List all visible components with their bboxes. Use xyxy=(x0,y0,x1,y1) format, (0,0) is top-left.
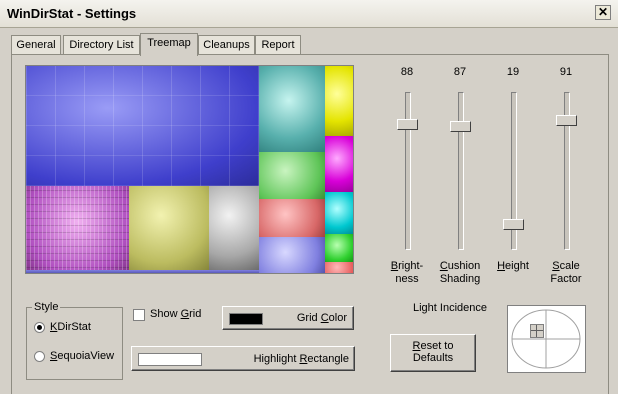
reset-line2: Defaults xyxy=(412,352,454,364)
tab-cleanups[interactable]: Cleanups xyxy=(198,35,255,55)
treemap-tile-small-red xyxy=(325,262,353,273)
sequoiaview-label[interactable]: SequoiaView xyxy=(50,350,114,362)
brightness-slider-track[interactable] xyxy=(405,92,411,250)
treemap-tile-blue-grid xyxy=(26,66,259,186)
kdirstat-radio[interactable] xyxy=(34,322,45,333)
tab-report-label: Report xyxy=(261,39,295,51)
show-grid-checkbox[interactable] xyxy=(133,309,145,321)
treemap-tile-gray xyxy=(209,186,259,270)
treemap-tile-green xyxy=(259,152,325,199)
brightness-label-line2: ness xyxy=(395,273,419,285)
brightness-label: Bright- ness xyxy=(382,260,432,286)
tab-general-label: General xyxy=(16,39,56,51)
title-bar: WinDirStat - Settings ✕ xyxy=(0,0,618,28)
tab-treemap[interactable]: Treemap xyxy=(140,33,198,56)
treemap-tile-yellow xyxy=(325,66,353,136)
reset-to-defaults-button[interactable]: Reset to Defaults xyxy=(390,334,476,372)
treemap-tile-lime xyxy=(325,234,353,262)
style-legend: Style xyxy=(32,301,61,313)
close-icon: ✕ xyxy=(597,5,609,19)
cushion-shading-label-line1: Cushion xyxy=(439,260,481,272)
brightness-slider-thumb[interactable] xyxy=(397,119,418,130)
scale-factor-label-line1: Scale xyxy=(552,260,580,272)
scale-factor-label: Scale Factor xyxy=(541,260,591,286)
grid-color-button[interactable]: Grid Color xyxy=(222,306,354,330)
cushion-shading-slider-track[interactable] xyxy=(458,92,464,250)
light-incidence-ellipse-icon xyxy=(511,309,581,369)
cushion-shading-value: 87 xyxy=(453,66,467,78)
treemap-tile-teal xyxy=(259,66,325,152)
height-label-line1: Height xyxy=(497,260,529,272)
brightness-value: 88 xyxy=(400,66,414,78)
treemap-tile-cyan xyxy=(325,192,353,234)
height-value: 19 xyxy=(506,66,520,78)
height-slider-thumb[interactable] xyxy=(503,219,524,230)
highlight-rectangle-label: Highlight Rectangle xyxy=(253,353,349,365)
reset-line1: Reset to xyxy=(412,340,454,352)
light-incidence-control[interactable] xyxy=(507,305,586,373)
treemap-tile-red xyxy=(259,199,325,237)
scale-factor-label-line2: Factor xyxy=(550,273,582,285)
grid-color-label: Grid Color xyxy=(296,312,347,324)
brightness-label-line1: Bright- xyxy=(390,260,424,272)
tab-general[interactable]: General xyxy=(11,35,61,55)
cushion-shading-label: Cushion Shading xyxy=(435,260,485,286)
treemap-tile-magenta xyxy=(325,136,353,192)
treemap-tile-bottom-strip xyxy=(26,270,259,273)
tab-cleanups-label: Cleanups xyxy=(203,39,250,51)
grid-color-swatch xyxy=(229,313,263,325)
treemap-tile-lavender xyxy=(259,237,325,273)
sequoiaview-radio[interactable] xyxy=(34,351,45,362)
scale-factor-slider-thumb[interactable] xyxy=(556,115,577,126)
highlight-rectangle-button[interactable]: Highlight Rectangle xyxy=(131,346,355,371)
kdirstat-label[interactable]: KDirStat xyxy=(50,321,91,333)
cushion-shading-label-line2: Shading xyxy=(439,273,481,285)
close-button[interactable]: ✕ xyxy=(595,5,611,20)
show-grid-label[interactable]: Show Grid xyxy=(150,308,201,320)
window-title: WinDirStat - Settings xyxy=(7,6,137,21)
style-groupbox xyxy=(26,307,123,380)
light-incidence-handle[interactable] xyxy=(530,324,544,338)
height-label: Height xyxy=(488,260,538,273)
highlight-rectangle-swatch xyxy=(138,353,202,366)
scale-factor-value: 91 xyxy=(559,66,573,78)
treemap-tile-olive xyxy=(129,186,209,270)
light-incidence-label: Light Incidence xyxy=(413,302,487,314)
treemap-tile-purple xyxy=(26,186,129,273)
tab-treemap-label: Treemap xyxy=(147,37,191,49)
tab-directory-list-label: Directory List xyxy=(69,39,134,51)
tab-directory-list[interactable]: Directory List xyxy=(63,35,140,55)
tab-report[interactable]: Report xyxy=(255,35,301,55)
treemap-preview xyxy=(25,65,354,274)
cushion-shading-slider-thumb[interactable] xyxy=(450,121,471,132)
